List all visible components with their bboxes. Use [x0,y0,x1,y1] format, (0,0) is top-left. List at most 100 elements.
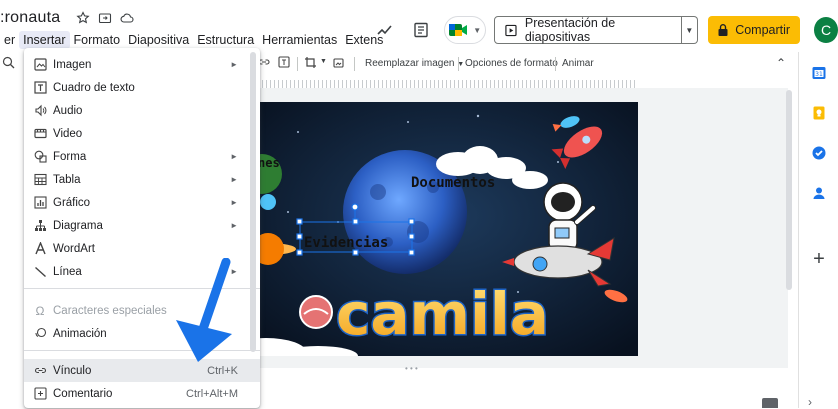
table-icon [33,173,47,187]
animation-icon [33,327,47,341]
slide-text-evidencias: Evidencias [304,235,388,251]
present-options-button[interactable]: ▼ [681,16,699,44]
menu-option-wordart[interactable]: WordArt [24,237,260,260]
format-options-button[interactable]: Opciones de formato [465,58,558,69]
omega-icon: Ω [35,303,45,318]
comments-icon[interactable] [408,16,434,44]
menu-option-label: Vínculo [53,364,92,377]
menu-option-diagrama[interactable]: Diagrama ► [24,214,260,237]
submenu-arrow-icon: ► [230,221,238,230]
toolbar-divider [458,57,459,71]
menu-option-label: Forma [53,150,87,163]
audio-icon [33,104,47,118]
submenu-arrow-icon: ► [230,198,238,207]
toolbar-divider [297,57,298,71]
menu-option-forma[interactable]: Forma ► [24,145,260,168]
cloud-status-icon[interactable] [120,11,134,25]
ruler [258,80,638,88]
move-folder-icon[interactable] [98,11,112,25]
menu-option-label: Imagen [53,58,92,71]
slideshow-icon [505,24,517,36]
tasks-icon[interactable] [808,142,830,164]
keep-icon[interactable] [808,102,830,124]
menu-item-insertar[interactable]: Insertar [19,31,70,49]
calendar-icon[interactable]: 31 [808,62,830,84]
diagram-icon [33,219,47,233]
avatar[interactable]: C [814,17,838,43]
menu-option-label: Video [53,127,83,140]
submenu-arrow-icon: ► [230,152,238,161]
crop-dropdown-icon[interactable]: ▼ [320,58,327,65]
menu-item-diapositiva[interactable]: Diapositiva [124,31,193,49]
meet-icon [449,24,468,36]
toolbar-divider [555,57,556,71]
menu-item-formato[interactable]: Formato [70,31,125,49]
shortcut-label: Ctrl+Alt+M [186,387,238,400]
menu-option-label: Línea [53,265,82,278]
menu-option-cuadro-de-texto[interactable]: Cuadro de texto [24,76,260,99]
collapse-toolbar-icon[interactable]: ⌃ [776,56,786,70]
menu-option-grafico[interactable]: Gráfico ► [24,191,260,214]
shape-icon [33,150,47,164]
submenu-arrow-icon: ► [230,60,238,69]
explore-button[interactable] [762,398,778,408]
menu-option-video[interactable]: Video [24,122,260,145]
menu-option-label: Animación [53,327,107,340]
reset-image-icon[interactable] [332,56,345,72]
menu-scrollbar[interactable] [250,52,256,352]
present-button-label: Presentación de diapositivas [524,16,616,44]
menu-item-partial[interactable]: er [0,31,19,49]
menu-bar: er Insertar Formato Diapositiva Estructu… [0,31,387,49]
menu-item-herramientas[interactable]: Herramientas [258,31,341,49]
menu-option-audio[interactable]: Audio [24,99,260,122]
text-box-icon [33,81,47,95]
slide-text-camila: camila [336,280,549,348]
canvas-scrollbar[interactable] [786,90,792,290]
menu-option-label: Comentario [53,387,113,400]
menu-option-tabla[interactable]: Tabla ► [24,168,260,191]
wordart-icon [33,242,47,256]
menu-item-estructura[interactable]: Estructura [193,31,258,49]
alt-text-icon[interactable] [278,56,290,71]
contacts-icon[interactable] [808,182,830,204]
caret-down-icon: ▼ [685,25,694,35]
add-addon-icon[interactable]: + [808,248,830,270]
replace-image-button[interactable]: Reemplazar imagen ▼ [365,58,464,69]
animate-button[interactable]: Animar [562,58,594,69]
meet-button[interactable]: ▼ [443,16,486,44]
share-button[interactable]: Compartir [708,16,801,44]
menu-option-label: Tabla [53,173,81,186]
slide-artwork: Documentos nes Evidencias camila [258,102,638,356]
menu-option-label: Diagrama [53,219,103,232]
menu-option-label: Caracteres especiales [53,304,167,317]
zoom-icon[interactable] [2,56,15,72]
slide-text-documentos: Documentos [411,175,495,191]
video-icon [33,127,47,141]
chevron-right-icon[interactable]: › [808,395,812,409]
document-title[interactable]: :ronauta [0,9,60,27]
slide[interactable]: Documentos nes Evidencias camila [258,102,638,356]
slide-text-partial: nes [258,156,280,170]
svg-text:31: 31 [815,71,823,78]
image-icon [33,58,47,72]
header-actions: ▼ Presentación de diapositivas ▼ Compart… [372,14,838,46]
toolbar-divider [354,57,355,71]
side-panel: 31 + [798,52,838,408]
lock-icon [718,24,728,36]
title-icons [76,11,134,25]
link-icon [33,364,47,378]
present-button[interactable]: Presentación de diapositivas [493,16,682,44]
activity-trend-icon[interactable] [372,16,398,44]
line-icon [33,265,47,279]
star-icon[interactable] [76,11,90,25]
comment-icon [33,387,47,401]
menu-option-imagen[interactable]: Imagen ► [24,53,260,76]
menu-option-label: Cuadro de texto [53,81,135,94]
share-button-label: Compartir [735,23,791,37]
menu-option-comentario[interactable]: Comentario Ctrl+Alt+M [24,382,260,405]
replace-image-label: Reemplazar imagen [365,58,455,69]
chart-icon [33,196,47,210]
menu-option-label: WordArt [53,242,95,255]
crop-icon[interactable] [304,56,317,72]
speaker-notes-handle[interactable]: • • • [405,364,418,373]
